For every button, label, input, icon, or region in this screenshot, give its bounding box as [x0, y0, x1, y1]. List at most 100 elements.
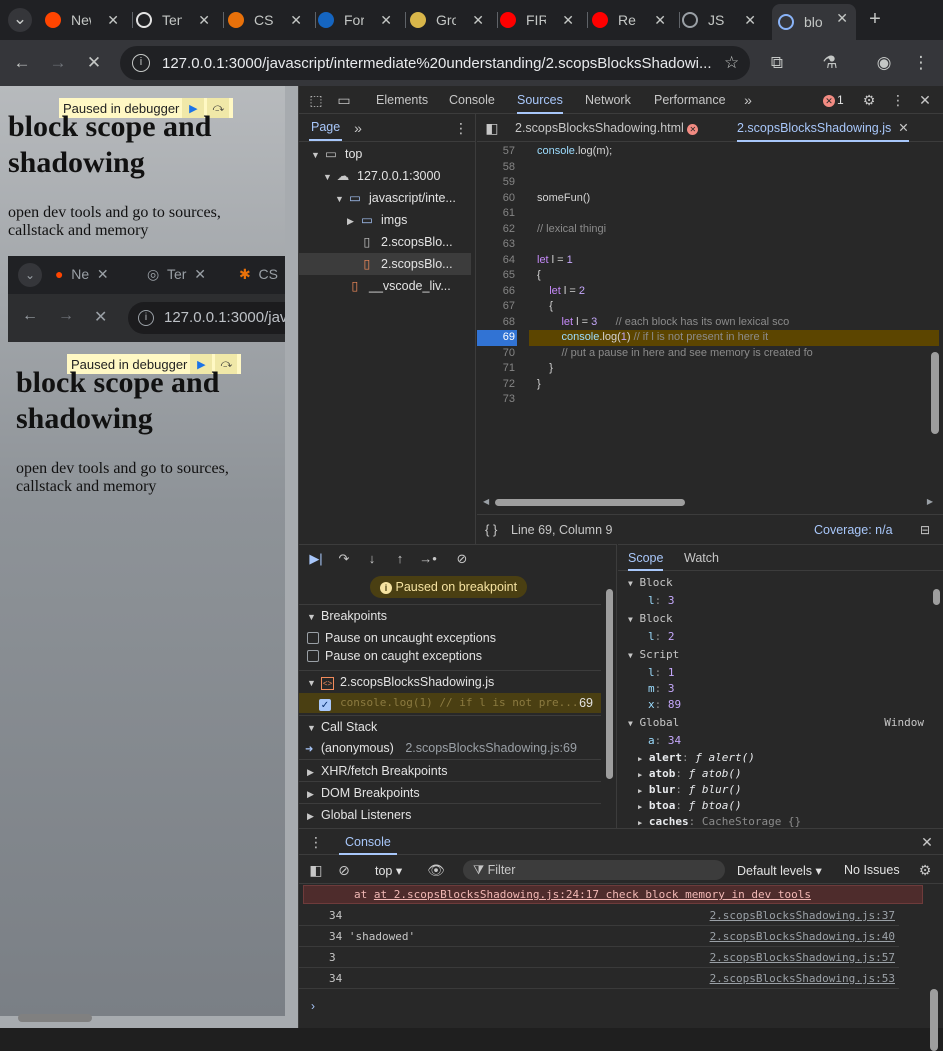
pretty-print-icon[interactable]: { } — [485, 515, 497, 545]
code-line[interactable]: 65 { — [477, 268, 943, 284]
current-execution-line[interactable]: 69 console.log(1) // if l is not present… — [477, 330, 943, 346]
line-number[interactable]: 70 — [477, 346, 515, 362]
tree-item[interactable]: ▯ __vscode_liv... — [299, 275, 471, 297]
line-number[interactable]: 62 — [477, 222, 515, 238]
scope-variable[interactable]: l: 1 — [648, 665, 675, 681]
dom-breakpoints-header[interactable]: ▶ DOM Breakpoints — [299, 781, 601, 803]
browser-tab-3[interactable]: CS ✕ — [228, 6, 312, 34]
inspect-element-icon[interactable]: ⬚ — [307, 91, 325, 109]
close-tab-icon[interactable]: ✕ — [290, 12, 302, 29]
new-tab-button[interactable]: + — [864, 8, 886, 30]
context-selector[interactable]: top ▾ — [375, 863, 402, 878]
code-line[interactable]: 73 — [477, 392, 943, 408]
tree-item[interactable]: ▯ 2.scopsBlo... — [299, 253, 471, 275]
code-line[interactable]: 71 } — [477, 361, 943, 377]
close-tab-icon[interactable]: ✕ — [836, 10, 848, 27]
clear-console-icon[interactable]: ⊘ — [335, 861, 353, 879]
tree-item[interactable]: ▼ ▭ javascript/inte... — [299, 187, 471, 209]
line-number[interactable]: 71 — [477, 361, 515, 377]
step-over-button-icon[interactable]: ↷ — [333, 549, 355, 569]
xhr-breakpoints-header[interactable]: ▶ XHR/fetch Breakpoints — [299, 759, 601, 781]
close-tab-icon[interactable]: ✕ — [898, 121, 908, 135]
console-source-link[interactable]: 2.scopsBlocksShadowing.js:53 — [710, 968, 895, 989]
console-settings-icon[interactable]: ⚙ — [916, 861, 934, 879]
log-levels-dropdown[interactable]: Default levels ▾ — [737, 863, 822, 878]
collapsed-triangle-icon[interactable]: ▶ — [638, 771, 642, 779]
code-line[interactable]: 68 let l = 3 // each block has its own l… — [477, 315, 943, 331]
code-line[interactable]: 61 — [477, 206, 943, 222]
error-count-badge[interactable]: ✕ 1 — [823, 93, 844, 107]
tab-performance[interactable]: Performance — [654, 86, 726, 114]
scope-scrollbar[interactable] — [933, 589, 940, 605]
forward-icon[interactable]: → — [47, 52, 69, 74]
expanded-triangle-icon[interactable]: ▼ — [628, 651, 633, 660]
extensions-icon[interactable]: ⧉ — [766, 52, 788, 74]
console-source-link[interactable]: 2.scopsBlocksShadowing.js:40 — [710, 926, 895, 947]
toggle-navigator-icon[interactable]: ◧ — [483, 119, 501, 137]
step-into-icon[interactable]: ↓ — [361, 549, 383, 569]
toggle-drawer-icon[interactable]: ⊟ — [920, 515, 930, 545]
expanded-triangle-icon[interactable]: ▼ — [628, 579, 633, 588]
line-number[interactable]: 67 — [477, 299, 515, 315]
collapsed-triangle-icon[interactable]: ▶ — [638, 755, 642, 763]
scope-variable[interactable]: x: 89 — [648, 697, 681, 713]
line-number[interactable]: 65 — [477, 268, 515, 284]
collapsed-triangle-icon[interactable]: ▶ — [638, 819, 642, 827]
debugger-scrollbar[interactable] — [606, 589, 613, 779]
code-line[interactable]: 70 // put a pause in here and see memory… — [477, 346, 943, 362]
console-filter-input[interactable]: ⧩ Filter — [463, 860, 725, 880]
code-line[interactable]: 63 — [477, 237, 943, 253]
browser-tab-6[interactable]: FIR ✕ — [500, 6, 584, 34]
close-drawer-icon[interactable]: ✕ — [918, 833, 936, 851]
editor-vertical-scrollbar[interactable] — [931, 352, 939, 434]
scope-variable[interactable]: ▶ alert: ƒ alert() — [638, 750, 755, 766]
tree-item[interactable]: ▼ ☁ 127.0.0.1:3000 — [299, 165, 471, 187]
code-line[interactable]: 62 // lexical thingi — [477, 222, 943, 238]
close-tab-icon[interactable]: ✕ — [380, 12, 392, 29]
page-horizontal-scrollbar[interactable] — [18, 1014, 92, 1022]
breakpoint-gutter-marker[interactable]: 69 — [477, 330, 517, 346]
scope-section-header[interactable]: ▼ Global Window — [628, 715, 928, 731]
browser-tab-9[interactable]: blo ✕ — [772, 4, 856, 40]
pause-uncaught-checkbox[interactable] — [307, 632, 319, 644]
site-info-icon[interactable]: i — [132, 54, 150, 72]
navigator-menu-icon[interactable]: ⋮ — [452, 119, 470, 137]
expanded-triangle-icon[interactable]: ▼ — [323, 166, 335, 188]
breakpoint-item[interactable]: ✓ console.log(1) // if l is not pre... 6… — [299, 693, 601, 713]
editor-tab-html[interactable]: 2.scopsBlocksShadowing.html ✕ — [515, 114, 699, 142]
issues-button[interactable]: No Issues — [844, 863, 900, 877]
close-tab-icon[interactable]: ✕ — [744, 12, 756, 29]
line-number[interactable]: 63 — [477, 237, 515, 253]
code-line[interactable]: 57 console.log(m); — [477, 144, 943, 160]
collapsed-triangle-icon[interactable]: ▶ — [638, 803, 642, 811]
collapsed-triangle-icon[interactable]: ▶ — [347, 210, 359, 232]
devtools-menu-icon[interactable]: ⋮ — [889, 91, 907, 109]
scope-variable[interactable]: ▶ blur: ƒ blur() — [638, 782, 742, 798]
line-number[interactable]: 60 — [477, 191, 515, 207]
close-tab-icon[interactable]: ✕ — [472, 12, 484, 29]
stop-loading-icon[interactable]: ✕ — [83, 52, 105, 74]
line-number[interactable]: 64 — [477, 253, 515, 269]
deactivate-breakpoints-icon[interactable]: ⊘ — [451, 549, 473, 569]
code-line[interactable]: 67 { — [477, 299, 943, 315]
pause-caught-row[interactable]: Pause on caught exceptions — [307, 649, 482, 663]
scope-variable[interactable]: m: 3 — [648, 681, 675, 697]
console-prompt-icon[interactable]: › — [311, 999, 315, 1013]
back-icon[interactable]: ← — [11, 52, 33, 74]
breakpoint-checkbox[interactable]: ✓ — [319, 699, 331, 711]
line-number[interactable]: 66 — [477, 284, 515, 300]
scope-variable[interactable]: l: 3 — [648, 593, 675, 609]
browser-tab-7[interactable]: Re ✕ — [592, 6, 676, 34]
error-trace[interactable]: at 2.scopsBlocksShadowing.js:24:17 check… — [374, 888, 811, 901]
device-toolbar-icon[interactable]: ▭ — [335, 91, 353, 109]
expanded-triangle-icon[interactable]: ▼ — [628, 615, 633, 624]
console-sidebar-icon[interactable]: ◧ — [307, 861, 325, 879]
navigator-tab-page[interactable]: Page — [309, 114, 343, 141]
menu-kebab-icon[interactable]: ⋮ — [910, 52, 932, 74]
address-bar[interactable]: i 127.0.0.1:3000/javascript/intermediate… — [120, 46, 750, 80]
labs-flask-icon[interactable]: ⚗ — [819, 52, 841, 74]
expanded-triangle-icon[interactable]: ▼ — [335, 188, 347, 210]
bookmark-star-icon[interactable]: ☆ — [724, 53, 739, 73]
browser-tab-5[interactable]: Gro ✕ — [410, 6, 494, 34]
collapsed-triangle-icon[interactable]: ▶ — [638, 787, 642, 795]
